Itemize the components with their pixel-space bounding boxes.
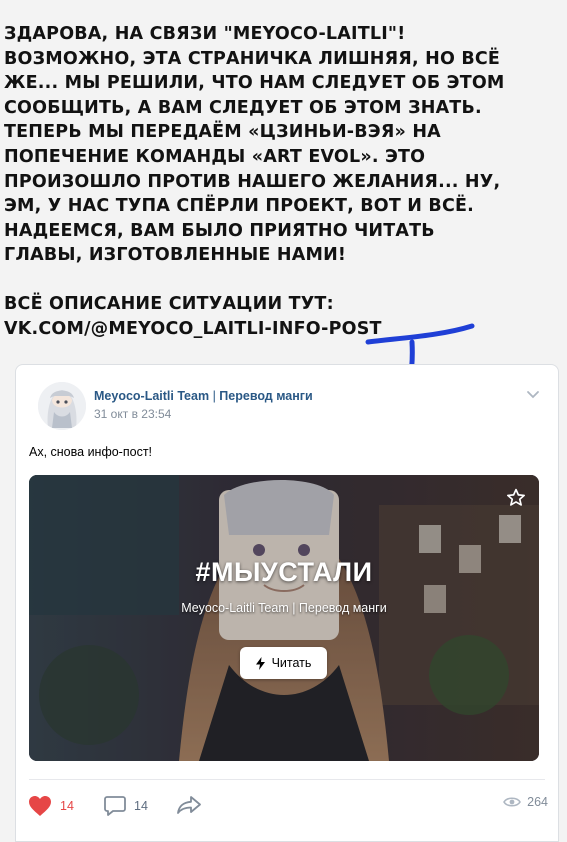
share-icon: [177, 796, 201, 814]
read-button-label: Читать: [271, 656, 312, 670]
notice-line: же... мы решили, что нам следует об этом: [4, 73, 505, 94]
post-text: Ах, снова инфо-пост!: [29, 445, 153, 459]
eye-icon: [503, 797, 522, 807]
divider: [29, 779, 545, 780]
snippet-cover-image: [29, 475, 539, 761]
vk-post-card: Meyoco-Laitli Team | Перевод манги 31 ок…: [15, 364, 559, 842]
views-counter: 264: [503, 795, 548, 809]
article-snippet[interactable]: #МЫУСТАЛИ Meyoco-Laitli Team | Перевод м…: [29, 475, 539, 761]
post-actions: 14 14 264: [28, 795, 548, 819]
notice-link-caption: Всё описание ситуации тут:: [4, 293, 334, 314]
heart-icon: [29, 796, 51, 816]
notice-line: Возможно, эта страничка лишняя, но всё: [4, 48, 501, 69]
bookmark-star-icon[interactable]: [505, 487, 527, 509]
notice-line: произошло против нашего желания... ну,: [4, 171, 501, 192]
like-button[interactable]: 14: [28, 795, 74, 817]
author-name[interactable]: Meyoco-Laitli Team: [94, 389, 209, 403]
notice-line: главы, изготовленные нами!: [4, 245, 347, 266]
like-count: 14: [60, 799, 74, 813]
notice-line: эм, у нас тупа спёрли проект, вот и всё.: [4, 196, 475, 217]
scanlation-notice: Здарова, на связи "Meyoco-Laitli"! Возмо…: [4, 22, 564, 341]
comment-count: 14: [134, 799, 148, 813]
notice-line: сообщить, а вам следует об этом знать.: [4, 97, 482, 118]
notice-line: Надеемся, вам было приятно читать: [4, 220, 435, 241]
post-date[interactable]: 31 окт в 23:54: [94, 407, 171, 421]
comment-icon: [104, 796, 126, 816]
share-button[interactable]: [176, 795, 202, 815]
avatar[interactable]: [38, 382, 86, 430]
views-count: 264: [527, 795, 548, 809]
notice-link-url[interactable]: vk.com/@meyoco_laitli-info-post: [4, 317, 564, 342]
post-author[interactable]: Meyoco-Laitli Team | Перевод манги: [94, 389, 313, 403]
read-button[interactable]: Читать: [240, 647, 327, 679]
notice-line: попечение команды «Art Evol». Это: [4, 146, 426, 167]
author-suffix[interactable]: Перевод манги: [219, 389, 312, 403]
comment-button[interactable]: 14: [104, 795, 148, 817]
snippet-subtitle: Meyoco-Laitli Team | Перевод манги: [181, 601, 387, 615]
author-separator: |: [212, 389, 216, 403]
notice-line: Здарова, на связи "Meyoco-Laitli"!: [4, 24, 406, 44]
lightning-icon: [255, 656, 265, 670]
notice-line: Теперь мы передаём «Цзиньи-вэя» на: [4, 122, 441, 143]
chevron-down-icon[interactable]: [526, 389, 540, 399]
snippet-title: #МЫУСТАЛИ: [195, 557, 373, 587]
